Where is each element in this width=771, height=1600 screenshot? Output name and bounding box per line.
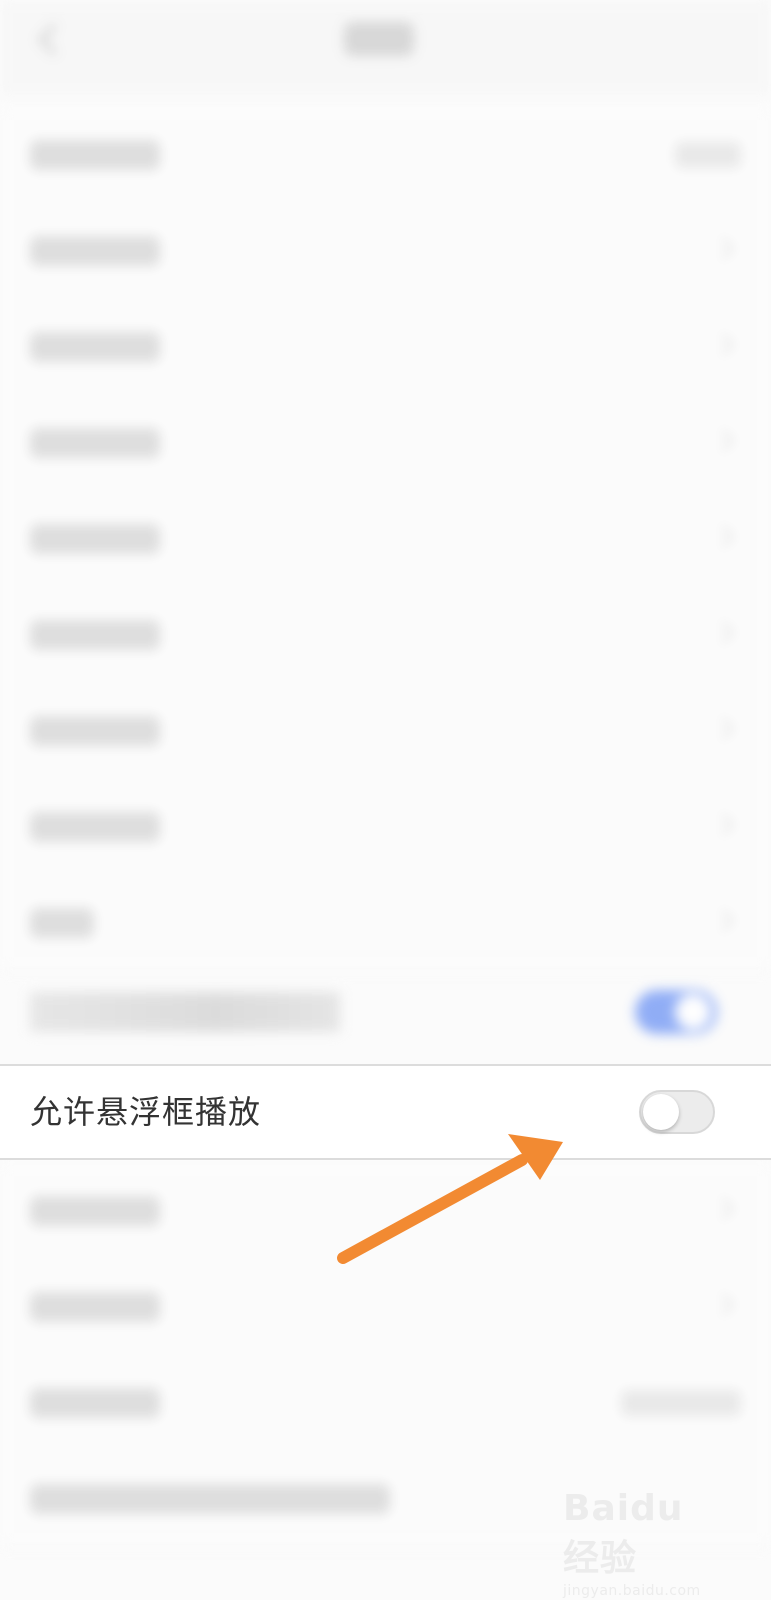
row-label xyxy=(30,1292,160,1322)
row-label xyxy=(30,1484,390,1514)
chevron-right-icon xyxy=(710,716,735,741)
row-label xyxy=(30,332,160,362)
settings-row[interactable] xyxy=(0,202,771,299)
blurred-settings-background xyxy=(0,0,771,1600)
back-chevron-icon[interactable] xyxy=(37,23,70,56)
floating-window-playback-label: 允许悬浮框播放 xyxy=(30,1093,262,1131)
chevron-right-icon xyxy=(710,908,735,933)
chevron-right-icon xyxy=(710,524,735,549)
toggle-knob xyxy=(643,1094,679,1130)
watermark-url: jingyan.baidu.com xyxy=(563,1583,701,1599)
settings-row[interactable] xyxy=(0,394,771,491)
row-label xyxy=(30,524,160,554)
settings-row[interactable] xyxy=(0,586,771,683)
row-label xyxy=(30,428,160,458)
row-value xyxy=(675,142,741,168)
chevron-right-icon xyxy=(710,428,735,453)
chevron-right-icon xyxy=(710,1196,735,1221)
settings-row[interactable] xyxy=(0,682,771,779)
settings-row[interactable] xyxy=(0,874,771,971)
chevron-right-icon xyxy=(710,332,735,357)
toggle-knob xyxy=(675,994,711,1030)
settings-row[interactable] xyxy=(0,1162,771,1259)
row-value xyxy=(621,1390,741,1416)
row-label xyxy=(30,1196,160,1226)
top-bar xyxy=(0,0,771,96)
row-label xyxy=(30,716,160,746)
baidu-jingyan-watermark: Baidu经验 jingyan.baidu.com xyxy=(563,1488,713,1599)
settings-row[interactable] xyxy=(0,1258,771,1355)
pixelated-row-label xyxy=(30,992,340,1032)
settings-row[interactable] xyxy=(0,298,771,395)
floating-window-playback-row[interactable]: 允许悬浮框播放 xyxy=(0,1064,771,1160)
row-label xyxy=(30,908,94,938)
row-label xyxy=(30,812,160,842)
chevron-right-icon xyxy=(710,1292,735,1317)
watermark-logo-text: Baidu经验 xyxy=(563,1488,684,1579)
chevron-right-icon xyxy=(710,620,735,645)
settings-screen: 允许悬浮框播放 Baidu经验 jingyan.baidu.com xyxy=(0,0,771,1600)
row-label xyxy=(30,140,160,170)
chevron-right-icon xyxy=(710,236,735,261)
chevron-right-icon xyxy=(710,812,735,837)
page-title xyxy=(344,22,414,56)
floating-window-playback-toggle[interactable] xyxy=(639,1090,715,1134)
row-label xyxy=(30,1388,160,1418)
row-label xyxy=(30,236,160,266)
row-label xyxy=(30,620,160,650)
settings-row[interactable] xyxy=(0,778,771,875)
settings-row[interactable] xyxy=(0,1354,771,1451)
settings-row[interactable] xyxy=(0,106,771,203)
settings-row[interactable] xyxy=(0,490,771,587)
